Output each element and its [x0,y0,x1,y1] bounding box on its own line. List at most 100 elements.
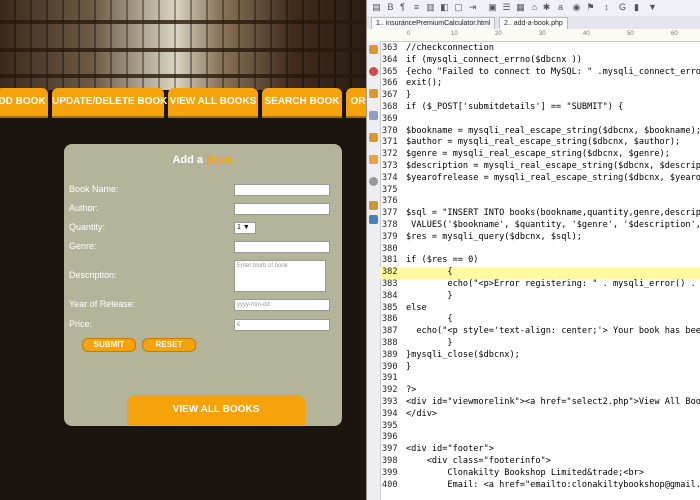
code-line[interactable]: 382 { [380,267,700,279]
code-line[interactable]: 381 if ($res == 0) [380,255,700,267]
code-line[interactable]: 398 <div class="footerinfo"> [380,456,700,468]
nav-view-all-books[interactable]: VIEW ALL BOOKS [168,88,258,118]
code-line[interactable]: 383 echo("<p>Error registering: " . mysq… [380,279,700,291]
code-line[interactable]: 366 exit(); [380,78,700,90]
window-icon[interactable]: ▢ [453,2,464,13]
code-line[interactable]: 375 [380,185,700,197]
google-icon[interactable]: G [617,2,628,13]
code-text: ?> [406,385,417,396]
image-icon[interactable]: ▦ [515,2,526,13]
code-line[interactable]: 373 $description = mysqli_real_escape_str… [380,161,700,173]
code-line[interactable]: 374 $yearofrelease = mysqli_real_escape_s… [380,173,700,185]
code-line[interactable]: 367} [380,90,700,102]
indent-icon[interactable]: ≡ [411,2,422,13]
code-line[interactable]: 400 Email: <a href="emailto:clonakiltybo… [380,480,700,492]
bold-icon[interactable]: B [385,2,396,13]
code-text: $res = mysqli_query($dbcnx, $sql); [406,231,582,242]
code-text: VALUES('$bookname', $quantity, '$genre',… [406,220,700,230]
code-line[interactable]: 389}mysqli_close($dbcnx); [380,350,700,362]
line-number: 396 [382,432,398,443]
price-input[interactable]: € [234,319,330,331]
tag-icon[interactable]: ◧ [439,2,450,13]
book-name-input[interactable] [234,184,330,196]
code-text: $bookname = mysqli_real_escape_string($d… [406,125,700,136]
code-text: </div> [406,408,438,419]
code-line[interactable]: 393 <div id="viewmorelink"><a href="selec… [380,397,700,409]
quantity-label: Quantity: [69,222,106,232]
chat-icon[interactable] [369,155,378,164]
author-input[interactable] [234,203,330,215]
code-text: <div id="footer"> [406,444,494,455]
nav-update-delete-book[interactable]: UPDATE/DELETE BOOK [52,88,167,118]
code-line[interactable]: 390} [380,362,700,374]
paste-icon[interactable]: ▤ [371,2,382,13]
info-icon[interactable] [369,177,378,186]
pilcrow-icon[interactable]: ¶ [397,2,408,13]
heart-icon[interactable] [369,67,378,76]
code-icon[interactable]: ⌂ [529,2,540,13]
code-line[interactable]: 384 } [380,291,700,303]
code-line[interactable]: 379 $res = mysqli_query($dbcnx, $sql); [380,232,700,244]
bookmark-icon[interactable]: ▮ [631,2,642,13]
code-line[interactable]: 396 [380,432,700,444]
line-number: 398 [382,456,398,466]
genre-input[interactable] [234,241,330,253]
code-line[interactable]: 392 ?> [380,385,700,397]
code-line[interactable]: 369 [380,114,700,126]
flag-icon[interactable]: ⚑ [585,2,596,13]
code-line[interactable]: 394 </div> [380,409,700,421]
code-line[interactable]: 391 [380,373,700,385]
color-wheel-icon[interactable]: ◉ [571,2,582,13]
document-icon[interactable] [369,111,378,120]
filter-icon[interactable]: ▼ [647,2,658,13]
code-area[interactable]: 363 //checkconnection 364 if (mysqli_connec… [380,41,700,500]
ruler-mark: 60 [671,31,678,37]
code-line[interactable]: 388 } [380,338,700,350]
folder-open-icon[interactable] [369,89,378,98]
code-line[interactable]: 370 $bookname = mysqli_real_escape_string… [380,126,700,138]
code-line[interactable]: 380 [380,244,700,256]
reset-button[interactable]: RESET [142,338,196,352]
list-icon[interactable]: ☰ [501,2,512,13]
line-number: 371 [382,137,398,148]
code-line[interactable]: 386 { [380,314,700,326]
code-line[interactable]: 371 $author = mysqli_real_escape_string($… [380,137,700,149]
sort-icon[interactable]: ↕ [601,2,612,13]
nav-add-book[interactable]: DD BOOK [0,88,48,118]
year-label: Year of Release: [69,299,136,309]
code-line[interactable]: 397 <div id="footer"> [380,444,700,456]
code-line[interactable]: 368 if ($_POST['submitdetails'] == "SUBMI… [380,102,700,114]
columns-icon[interactable]: ▥ [425,2,436,13]
line-number: 372 [382,149,398,160]
code-line[interactable]: 376 [380,196,700,208]
wand-icon[interactable] [369,201,378,210]
move-icon[interactable]: ⇥ [467,2,478,13]
ruler-mark: 50 [627,31,634,37]
quantity-select[interactable]: 1 ▼ [234,222,256,234]
code-line[interactable]: 377 $sql = "INSERT INTO books(bookname,qu… [380,208,700,220]
code-line[interactable]: 364 if (mysqli_connect_errno($dbcnx )) [380,55,700,67]
folder-icon[interactable] [369,45,378,54]
message-icon[interactable] [369,133,378,142]
view-all-books-button[interactable]: VIEW ALL BOOKS [127,395,305,425]
code-line[interactable]: 385 else [380,303,700,315]
code-line[interactable]: 395 [380,421,700,433]
submit-button[interactable]: SUBMIT [82,338,136,352]
line-number: 379 [382,231,398,242]
bug-icon[interactable]: ✱ [541,2,552,13]
book-icon[interactable]: ▣ [487,2,498,13]
code-line[interactable]: 399 Clonakilty Bookshop Limited&trade;<b… [380,468,700,480]
nav-search-book[interactable]: SEARCH BOOK [262,88,342,118]
line-number: 369 [382,113,398,124]
description-textarea[interactable]: Enter blurb of book [234,260,326,292]
code-line[interactable]: 387 echo("<p style='text-align: center;'… [380,326,700,338]
year-input[interactable]: yyyy-mm-dd [234,299,330,311]
spell-icon[interactable]: a [555,2,566,13]
code-line[interactable]: 365 {echo "Failed to connect to MySQL: " … [380,67,700,79]
nav-more[interactable]: OR [346,88,366,118]
code-editor: ▤ B ¶ ≡ ▥ ◧ ▢ ⇥ ▣ ☰ ▦ ⌂ ✱ a ◉ ⚑ ↕ G ▮ ▼ … [366,0,700,500]
code-line[interactable]: 372 $genre = mysqli_real_escape_string($d… [380,149,700,161]
tools-icon[interactable] [369,215,378,224]
code-line[interactable]: 378 VALUES('$bookname', $quantity, '$gen… [380,220,700,232]
code-line[interactable]: 363 //checkconnection [380,43,700,55]
